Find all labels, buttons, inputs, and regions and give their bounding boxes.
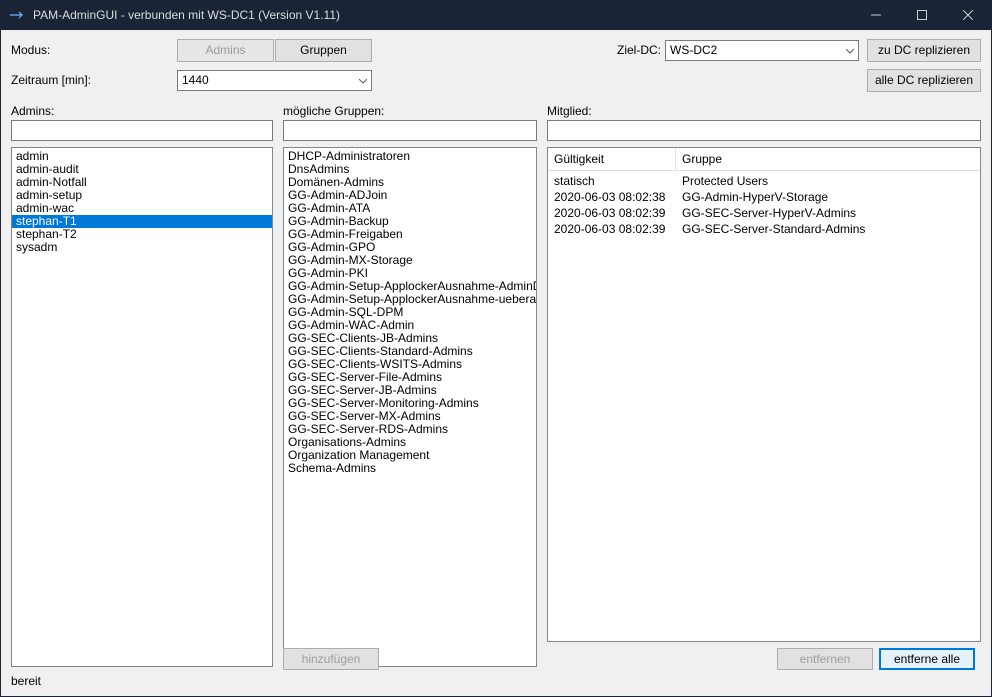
maximize-button[interactable]	[899, 0, 945, 30]
entferne-alle-button[interactable]: entferne alle	[879, 648, 975, 670]
ziel-dc-combo[interactable]: WS-DC2	[665, 40, 859, 61]
cell-gueltigkeit: 2020-06-03 08:02:39	[548, 205, 676, 221]
member-filter-input[interactable]	[547, 120, 981, 141]
member-header-gueltigkeit[interactable]: Gültigkeit	[548, 148, 676, 170]
cell-gruppe: GG-Admin-HyperV-Storage	[676, 189, 980, 205]
filters-row	[11, 120, 981, 141]
zeitraum-label: Zeitraum [min]:	[11, 73, 161, 87]
member-table-header: Gültigkeit Gruppe	[548, 148, 980, 171]
list-item[interactable]: Schema-Admins	[284, 462, 536, 475]
chevron-down-icon	[359, 73, 367, 87]
ziel-dc-value: WS-DC2	[670, 43, 717, 57]
content-area: Modus: Admins Gruppen Ziel-DC: WS-DC2 zu…	[1, 30, 991, 696]
groups-filter-input[interactable]	[283, 120, 537, 141]
zeitraum-combo[interactable]: 1440	[177, 70, 372, 91]
member-column-label: Mitglied:	[547, 104, 981, 118]
groups-listbox[interactable]: DHCP-AdministratorenDnsAdminsDomänen-Adm…	[283, 147, 537, 667]
member-header-gruppe[interactable]: Gruppe	[676, 148, 980, 170]
table-row[interactable]: 2020-06-03 08:02:38GG-Admin-HyperV-Stora…	[548, 189, 980, 205]
zu-dc-replizieren-button[interactable]: zu DC replizieren	[867, 39, 981, 62]
alle-dc-replizieren-button[interactable]: alle DC replizieren	[867, 69, 981, 92]
admins-column-label: Admins:	[11, 104, 273, 118]
column-labels: Admins: mögliche Gruppen: Mitglied:	[11, 104, 981, 118]
bottom-buttons: hinzufügen entfernen entferne alle	[11, 648, 981, 670]
window-controls	[853, 0, 991, 30]
titlebar: PAM-AdminGUI - verbunden mit WS-DC1 (Ver…	[1, 0, 991, 30]
cell-gruppe: GG-SEC-Server-HyperV-Admins	[676, 205, 980, 221]
ziel-dc-label: Ziel-DC:	[617, 43, 661, 57]
top-row-1: Modus: Admins Gruppen Ziel-DC: WS-DC2 zu…	[11, 36, 981, 64]
app-window: PAM-AdminGUI - verbunden mit WS-DC1 (Ver…	[0, 0, 992, 697]
table-row[interactable]: statischProtected Users	[548, 173, 980, 189]
window-title: PAM-AdminGUI - verbunden mit WS-DC1 (Ver…	[33, 8, 853, 22]
zeitraum-value: 1440	[182, 73, 209, 87]
status-bar: bereit	[11, 670, 981, 692]
minimize-button[interactable]	[853, 0, 899, 30]
modus-label: Modus:	[11, 43, 161, 57]
member-table[interactable]: Gültigkeit Gruppe statischProtected User…	[547, 147, 981, 642]
chevron-down-icon	[846, 43, 854, 57]
gruppen-mode-button[interactable]: Gruppen	[275, 39, 372, 62]
entfernen-button[interactable]: entfernen	[777, 648, 873, 670]
table-row[interactable]: 2020-06-03 08:02:39GG-SEC-Server-Standar…	[548, 221, 980, 237]
list-item[interactable]: sysadm	[12, 241, 272, 254]
cell-gruppe: Protected Users	[676, 173, 980, 189]
table-row[interactable]: 2020-06-03 08:02:39GG-SEC-Server-HyperV-…	[548, 205, 980, 221]
admins-filter-input[interactable]	[11, 120, 273, 141]
lists-row: adminadmin-auditadmin-Notfalladmin-setup…	[11, 147, 981, 642]
admins-listbox[interactable]: adminadmin-auditadmin-Notfalladmin-setup…	[11, 147, 273, 667]
cell-gueltigkeit: 2020-06-03 08:02:39	[548, 221, 676, 237]
hinzufuegen-button[interactable]: hinzufügen	[283, 648, 379, 670]
cell-gueltigkeit: 2020-06-03 08:02:38	[548, 189, 676, 205]
groups-column-label: mögliche Gruppen:	[283, 104, 537, 118]
cell-gueltigkeit: statisch	[548, 173, 676, 189]
member-panel: Gültigkeit Gruppe statischProtected User…	[547, 147, 981, 642]
close-button[interactable]	[945, 0, 991, 30]
top-row-2: Zeitraum [min]: 1440 alle DC replizieren	[11, 66, 981, 94]
cell-gruppe: GG-SEC-Server-Standard-Admins	[676, 221, 980, 237]
app-icon	[9, 10, 25, 20]
admins-mode-button[interactable]: Admins	[177, 39, 274, 62]
